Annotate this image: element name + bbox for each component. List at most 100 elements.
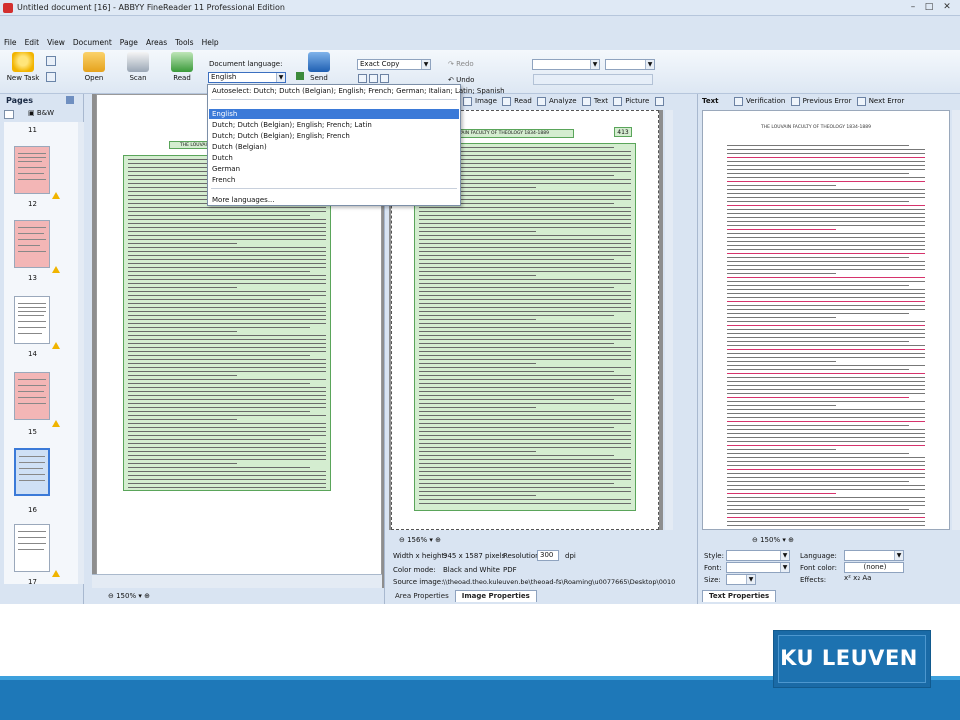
menu-view[interactable]: View — [43, 38, 69, 47]
text-line — [727, 401, 925, 402]
language-option-dutch[interactable]: Dutch — [209, 153, 459, 163]
language-option-english[interactable]: English — [209, 109, 459, 119]
bw-toggle[interactable]: ▣ B&W — [28, 109, 54, 117]
font-combo-text[interactable]: ▼ — [726, 562, 790, 573]
menu-edit[interactable]: Edit — [21, 38, 44, 47]
language-dropdown: Autoselect: Dutch; Dutch (Belgian); Engl… — [207, 84, 505, 206]
view-mode-2-icon[interactable] — [369, 74, 378, 83]
language-combo[interactable]: ▼ — [844, 550, 904, 561]
font-size-combo[interactable]: ▼ — [605, 59, 655, 70]
image-zoom-control[interactable]: ⊖ 156% ▾ ⊕ — [399, 534, 441, 546]
undo-button[interactable]: ↶ Undo — [448, 76, 474, 84]
menu-tools[interactable]: Tools — [171, 38, 197, 47]
text-vertical-scrollbar[interactable] — [952, 110, 960, 530]
settings-icon[interactable] — [46, 72, 56, 82]
image-vertical-scrollbar[interactable] — [665, 110, 673, 530]
next-error-icon[interactable] — [856, 96, 866, 106]
text-line — [419, 467, 631, 468]
warning-icon — [52, 570, 60, 577]
text-line — [128, 279, 326, 280]
text-zoom-control[interactable]: ⊖ 150% ▾ ⊕ — [752, 534, 794, 546]
next-error-button[interactable]: Next Error — [869, 97, 905, 105]
previous-error-button[interactable]: Previous Error — [803, 97, 852, 105]
view-mode-3-icon[interactable] — [380, 74, 389, 83]
image-tool-icon[interactable] — [463, 96, 472, 106]
recognized-text-view[interactable]: THE LOUVAIN FACULTY OF THEOLOGY 1834-188… — [702, 110, 950, 530]
chevron-down-icon[interactable]: ▼ — [276, 73, 285, 82]
text-area-icon[interactable] — [581, 96, 591, 106]
font-combo[interactable]: ▼ — [532, 59, 600, 70]
menu-page[interactable]: Page — [116, 38, 142, 47]
picture-area-button[interactable]: Picture — [625, 97, 649, 105]
menu-help[interactable]: Help — [198, 38, 223, 47]
read-button[interactable]: Read — [168, 52, 196, 82]
menu-file[interactable]: File — [0, 38, 21, 47]
picture-area-icon[interactable] — [613, 96, 623, 106]
language-option-more[interactable]: More languages... — [209, 195, 459, 205]
language-option-german[interactable]: German — [209, 164, 459, 174]
previous-error-icon[interactable] — [790, 96, 800, 106]
chevron-down-icon[interactable]: ▼ — [421, 60, 430, 69]
language-option-french[interactable]: French — [209, 175, 459, 185]
close-button[interactable]: ✕ — [940, 2, 954, 13]
copy-mode-combo[interactable]: Exact Copy ▼ — [357, 59, 431, 70]
pane-arrow-icon[interactable] — [66, 96, 74, 104]
page-thumbnail-15[interactable] — [14, 372, 50, 420]
minimize-button[interactable]: – — [906, 2, 920, 13]
page-thumbnail-14[interactable] — [14, 296, 50, 344]
verification-icon[interactable] — [734, 96, 743, 106]
scan-button[interactable]: Scan — [124, 52, 152, 82]
redo-button[interactable]: ↷ Redo — [448, 60, 474, 68]
left-zoom-control[interactable]: ⊖ 150% ▾ ⊕ — [108, 590, 150, 602]
formatting-bar[interactable] — [533, 74, 653, 85]
doc-icon[interactable] — [46, 56, 56, 66]
text-line — [128, 291, 326, 292]
language-option-combo-2[interactable]: Dutch; Dutch (Belgian); English; French — [209, 131, 459, 141]
text-area-button[interactable]: Text — [594, 97, 608, 105]
text-line — [128, 255, 326, 256]
menu-document[interactable]: Document — [69, 38, 116, 47]
thumbnail-view-icon[interactable] — [4, 110, 14, 119]
style-combo[interactable]: ▼ — [726, 550, 790, 561]
language-option-autoselect[interactable]: Autoselect: Dutch; Dutch (Belgian); Engl… — [209, 86, 505, 96]
text-line — [128, 355, 311, 356]
language-option-combo-1[interactable]: Dutch; Dutch (Belgian); English; French;… — [209, 120, 459, 130]
document-language-combo[interactable]: English ▼ — [208, 72, 286, 83]
new-task-button[interactable]: New Task — [6, 52, 40, 82]
tab-area-properties[interactable]: Area Properties — [389, 591, 455, 602]
page-thumbnail-17[interactable] — [14, 524, 50, 572]
text-line — [419, 451, 536, 452]
size-combo[interactable]: ▼ — [726, 574, 756, 585]
text-line — [727, 505, 925, 506]
left-page-scrollbar[interactable] — [92, 574, 382, 588]
view-mode-1-icon[interactable] — [358, 74, 367, 83]
text-line — [419, 395, 631, 396]
read-icon[interactable] — [502, 96, 512, 106]
verification-button[interactable]: Verification — [746, 97, 785, 105]
text-line — [727, 481, 910, 482]
font-label: Font: — [704, 564, 722, 572]
effects-buttons[interactable]: x² x₂ Aa — [844, 574, 871, 582]
open-button[interactable]: Open — [80, 52, 108, 82]
page-thumbnail-12[interactable] — [14, 146, 50, 194]
page-thumbnail-16[interactable] — [14, 448, 50, 496]
thumbnail-scrollbar[interactable] — [78, 122, 84, 584]
font-color-combo[interactable]: (none) — [844, 562, 904, 573]
language-option-dutch-belgian[interactable]: Dutch (Belgian) — [209, 142, 459, 152]
analyze-tab[interactable]: Analyze — [549, 97, 577, 105]
analyze-icon[interactable] — [537, 96, 546, 106]
send-button[interactable]: Send — [306, 52, 332, 82]
maximize-button[interactable]: □ — [922, 2, 936, 13]
tab-image-properties[interactable]: Image Properties — [454, 590, 537, 602]
resolution-value[interactable]: 300 — [537, 550, 559, 561]
text-line — [727, 389, 925, 390]
image-tab[interactable]: Image — [475, 97, 497, 105]
format-icon[interactable] — [296, 72, 304, 80]
page-thumbnail-13[interactable] — [14, 220, 50, 268]
resolution-unit: dpi — [565, 552, 576, 560]
read-tab[interactable]: Read — [514, 97, 532, 105]
table-area-icon[interactable] — [654, 96, 664, 106]
menu-areas[interactable]: Areas — [142, 38, 171, 47]
text-line — [419, 387, 631, 388]
tab-text-properties[interactable]: Text Properties — [702, 590, 777, 602]
